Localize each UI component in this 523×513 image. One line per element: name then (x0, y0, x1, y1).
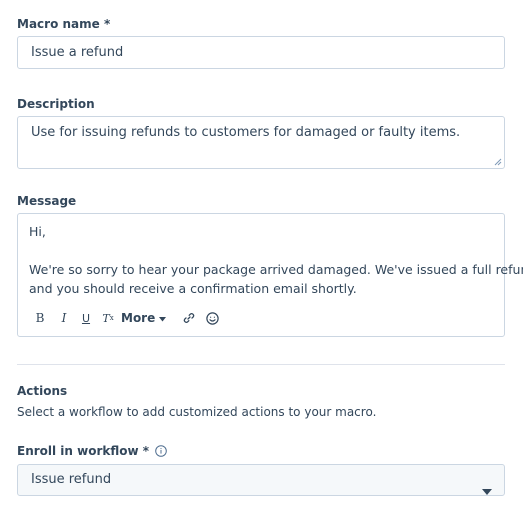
message-editor[interactable]: Hi, We're so sorry to hear your package … (17, 213, 523, 337)
clear-format-sub: x (109, 313, 114, 322)
macro-name-input[interactable]: Issue a refund (17, 36, 505, 69)
underline-button[interactable]: U (81, 309, 91, 327)
clear-format-letter: T (102, 311, 110, 325)
message-line-body-1: We're so sorry to hear your package arri… (29, 262, 523, 277)
clear-format-button[interactable]: Tx (102, 309, 114, 327)
message-line-greeting: Hi, (29, 224, 46, 239)
emoji-icon[interactable] (205, 309, 219, 327)
workflow-label: Enroll in workflow * (17, 444, 150, 458)
workflow-select[interactable]: Issue refund (17, 464, 505, 496)
macro-name-label: Macro name * (17, 17, 111, 31)
description-label: Description (17, 97, 95, 111)
more-caret-icon (159, 309, 167, 328)
description-value: Use for issuing refunds to customers for… (31, 125, 461, 140)
actions-description: Select a workflow to add customized acti… (17, 405, 377, 419)
actions-heading: Actions (17, 384, 68, 398)
rich-text-toolbar: B I U Tx More (35, 309, 219, 327)
info-icon[interactable] (155, 445, 167, 460)
caret-down-icon (482, 477, 492, 507)
more-label: More (121, 310, 156, 325)
more-dropdown-button[interactable]: More (121, 309, 167, 328)
workflow-label-row: Enroll in workflow * (17, 444, 167, 460)
description-textarea[interactable]: Use for issuing refunds to customers for… (17, 116, 505, 169)
message-line-body-2: and you should receive a confirmation em… (29, 281, 357, 296)
resize-grip-icon[interactable] (494, 158, 502, 166)
workflow-selected-value: Issue refund (31, 472, 112, 487)
section-divider (17, 364, 505, 365)
italic-button[interactable]: I (59, 309, 69, 327)
message-label: Message (17, 194, 77, 208)
bold-button[interactable]: B (35, 309, 45, 327)
link-icon[interactable] (182, 309, 196, 327)
